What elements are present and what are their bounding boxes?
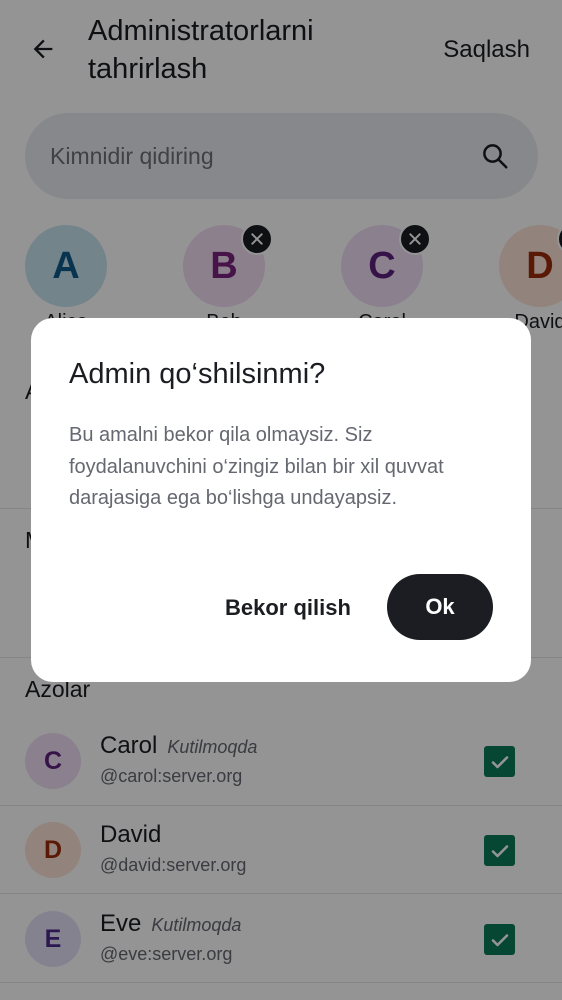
- dialog-title: Admin qo‘shilsinmi?: [69, 358, 326, 390]
- dialog-message: Bu amalni bekor qila olmaysiz. Siz foyda…: [69, 424, 444, 509]
- ok-button[interactable]: Ok: [387, 574, 493, 640]
- cancel-button[interactable]: Bekor qilish: [211, 576, 365, 640]
- confirm-dialog: Admin qo‘shilsinmi? Bu amalni bekor qila…: [31, 318, 531, 682]
